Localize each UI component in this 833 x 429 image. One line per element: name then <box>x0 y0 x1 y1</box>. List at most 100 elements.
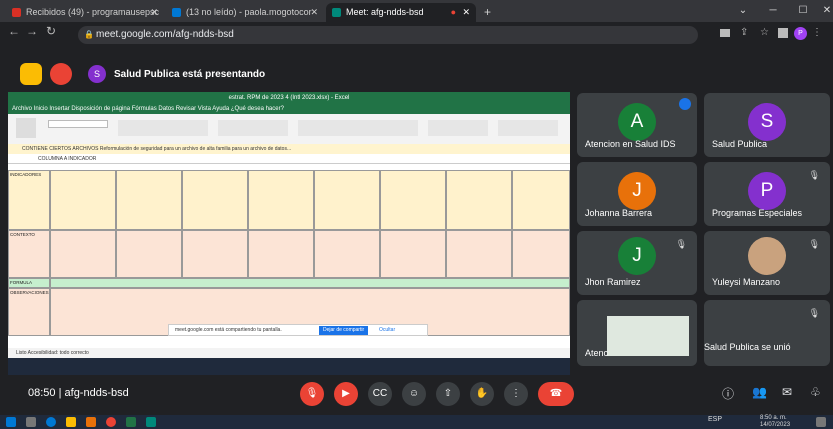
avatar: P <box>748 172 786 210</box>
avatar: J <box>618 172 656 210</box>
tray-clock[interactable]: 8:50 a. m. <box>760 415 787 421</box>
camera-off-button[interactable]: ▶ <box>334 382 358 406</box>
presentation-icon[interactable] <box>20 63 42 85</box>
number-group <box>218 120 288 136</box>
browser-toolbar-icons: ⇪ ☆ P ⋮ <box>720 27 822 43</box>
close-window-button[interactable]: ✕ <box>812 0 833 22</box>
tray-language[interactable]: ESP <box>708 416 722 423</box>
grid-cell[interactable] <box>512 170 570 230</box>
row-header: OBSERVACIONES <box>8 288 50 336</box>
leave-call-button[interactable]: ☎ <box>538 382 574 406</box>
grid-cell[interactable] <box>50 278 570 288</box>
grid-cell[interactable] <box>446 170 512 230</box>
grid-cell[interactable] <box>380 230 446 278</box>
excel-status-bar: Listo Accesibilidad: todo correcto <box>8 348 570 358</box>
browser-tab-bar: Recibidos (49) - programausepsc ✕ (13 no… <box>0 0 833 22</box>
participant-tile[interactable]: 🎙 Yuleysi Manzano <box>704 231 830 295</box>
close-icon[interactable]: ✕ <box>310 3 318 22</box>
captions-button[interactable]: CC <box>368 382 392 406</box>
emoji-button[interactable]: ☺ <box>402 382 426 406</box>
grid-cell[interactable] <box>248 170 314 230</box>
notification-icon[interactable] <box>816 417 826 427</box>
grid-cell[interactable] <box>116 170 182 230</box>
grid-cell[interactable] <box>116 230 182 278</box>
back-icon[interactable]: ← <box>8 24 20 38</box>
omnibox[interactable]: 🔒 meet.google.com/afg-ndds-bsd <box>78 26 698 44</box>
grid-cell[interactable] <box>50 170 116 230</box>
chrome-icon[interactable] <box>106 417 116 427</box>
participant-tile[interactable]: J 🎙 Jhon Ramirez <box>577 231 697 295</box>
share-icon[interactable]: ⇪ <box>740 27 748 38</box>
toast-text: Salud Publica se unió <box>704 342 791 352</box>
camera-icon[interactable] <box>720 29 730 37</box>
grid-cell[interactable] <box>314 230 380 278</box>
tab-label: Meet: afg-ndds-bsd <box>346 7 424 17</box>
close-icon[interactable]: ✕ <box>150 3 158 22</box>
chat-icon[interactable]: ✉ <box>782 385 792 399</box>
grid-cell[interactable] <box>248 230 314 278</box>
formula-bar[interactable]: COLUMNA A INDICADOR <box>8 154 570 164</box>
chevron-down-icon[interactable]: ⌄ <box>728 0 758 22</box>
present-button[interactable]: ⇧ <box>436 382 460 406</box>
participant-tile[interactable]: Atenc <box>577 300 697 366</box>
row-header: INDICADORES <box>8 170 50 230</box>
cells-group <box>428 120 488 136</box>
more-options-button[interactable]: ⋮ <box>504 382 528 406</box>
gmail-icon <box>12 8 21 17</box>
activities-icon[interactable]: ♧ <box>810 385 821 399</box>
menu-icon[interactable]: ⋮ <box>812 27 822 38</box>
grid-cell[interactable] <box>512 230 570 278</box>
spreadsheet-grid[interactable]: INDICADORES CONTEXTO FORMULA OBSERVACION… <box>8 164 570 348</box>
people-icon[interactable]: 👥 <box>752 385 767 399</box>
hide-button[interactable]: Ocultar <box>379 325 395 335</box>
excel-menu: Archivo Inicio Insertar Disposición de p… <box>8 104 570 114</box>
grid-cell[interactable] <box>50 230 116 278</box>
tab-meet[interactable]: Meet: afg-ndds-bsd ● ✕ <box>326 3 476 22</box>
grid-cell[interactable] <box>182 230 248 278</box>
paste-icon[interactable] <box>16 118 36 138</box>
windows-taskbar: ESP 8:50 a. m. 14/07/2023 <box>0 415 833 429</box>
participant-tile[interactable]: A Atencion en Salud IDS <box>577 93 697 157</box>
grid-cell[interactable] <box>446 230 512 278</box>
font-select[interactable] <box>48 120 108 128</box>
side-panel-icon[interactable] <box>778 28 788 38</box>
profile-avatar[interactable]: P <box>794 27 807 40</box>
info-icon[interactable]: ⓘ <box>722 385 734 402</box>
meeting-info: 08:50 | afg-ndds-bsd <box>28 387 129 399</box>
excel-ribbon <box>8 114 570 144</box>
grid-cell[interactable] <box>380 170 446 230</box>
reload-icon[interactable]: ↻ <box>46 24 56 38</box>
forward-icon[interactable]: → <box>26 24 38 38</box>
tab-label: Recibidos (49) - programausepsc <box>26 7 160 17</box>
mic-off-button[interactable]: 🎙 <box>300 382 324 406</box>
close-icon[interactable]: ✕ <box>462 3 470 22</box>
tab-gmail[interactable]: Recibidos (49) - programausepsc ✕ <box>6 3 164 22</box>
grid-cell[interactable] <box>314 170 380 230</box>
stop-sharing-button[interactable]: Dejar de compartir <box>319 326 369 335</box>
star-icon[interactable]: ☆ <box>760 27 769 38</box>
minimize-button[interactable]: ─ <box>758 0 788 22</box>
app-icon[interactable] <box>86 417 96 427</box>
participant-tile[interactable]: P 🎙 Programas Especiales <box>704 162 830 226</box>
mic-off-icon: 🎙 <box>675 239 687 249</box>
meeting-time: 08:50 <box>28 387 56 399</box>
excel-icon[interactable] <box>126 417 136 427</box>
windows-start-icon[interactable] <box>6 417 16 427</box>
meet-icon <box>332 8 341 17</box>
file-explorer-icon[interactable] <box>66 417 76 427</box>
edge-icon[interactable] <box>46 417 56 427</box>
tray-date: 14/07/2023 <box>760 422 791 428</box>
separator: | <box>58 387 62 399</box>
photo-avatar <box>748 237 786 275</box>
participant-name: Johanna Barrera <box>585 208 653 218</box>
raise-hand-button[interactable]: ✋ <box>470 382 494 406</box>
new-tab-button[interactable]: + <box>480 3 498 22</box>
app-icon[interactable] <box>146 417 156 427</box>
taskview-icon[interactable] <box>26 417 36 427</box>
avatar: J <box>618 237 656 275</box>
participant-tile[interactable]: S Salud Publica <box>704 93 830 157</box>
outlook-icon <box>172 8 181 17</box>
participant-tile[interactable]: J Johanna Barrera <box>577 162 697 226</box>
grid-cell[interactable] <box>182 170 248 230</box>
tab-outlook[interactable]: (13 no leído) - paola.mogotocor ✕ <box>166 3 324 22</box>
